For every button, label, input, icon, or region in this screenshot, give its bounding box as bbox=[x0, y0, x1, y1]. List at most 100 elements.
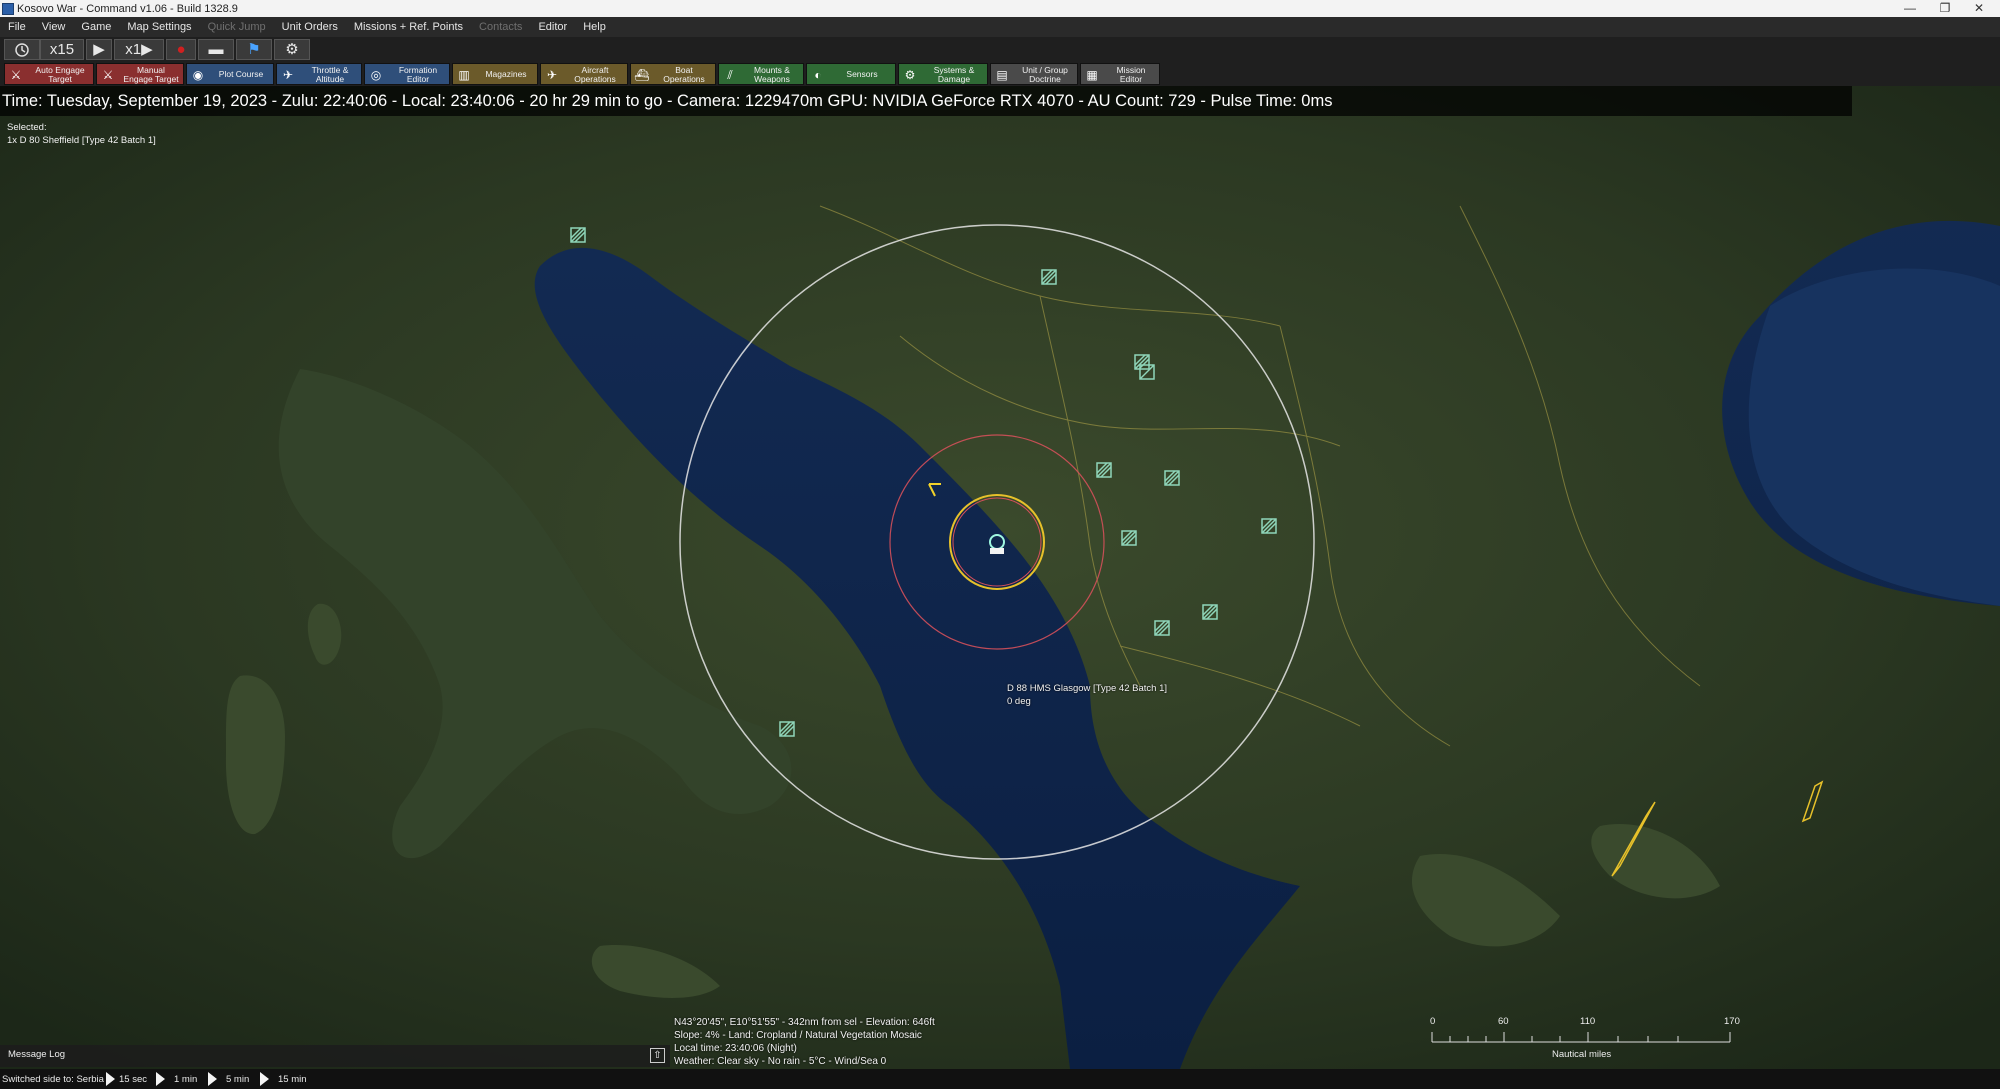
step-15min[interactable]: 15 min bbox=[278, 1074, 307, 1085]
record-button[interactable]: ● bbox=[166, 39, 196, 60]
play-button[interactable]: ▶ bbox=[86, 39, 112, 60]
toolbar-button-icon: ▦ bbox=[1086, 68, 1098, 82]
gear-icon: ⚙ bbox=[285, 41, 299, 58]
restore-button[interactable]: ❐ bbox=[1928, 0, 1962, 17]
unit-name: D 88 HMS Glasgow [Type 42 Batch 1] bbox=[1007, 683, 1167, 694]
unit-label: D 88 HMS Glasgow [Type 42 Batch 1] 0 deg bbox=[1007, 682, 1167, 708]
step-5min[interactable]: 5 min bbox=[226, 1074, 249, 1085]
cursor-coords: N43°20'45", E10°51'55" - 342nm from sel … bbox=[674, 1017, 935, 1028]
command-toolbar: ⚔ Auto Engage Target ⚔ Manual Engage Target… bbox=[0, 62, 2000, 86]
toolbar-button[interactable]: ⚙ Systems & Damage bbox=[898, 63, 988, 85]
toolbar-button-label: Aircraft Operations bbox=[574, 65, 616, 84]
toolbar-button-label: Magazines bbox=[485, 69, 527, 79]
map-scale: 0 60 110 170 Nautical miles bbox=[1428, 1016, 1740, 1061]
menu-missions[interactable]: Missions + Ref. Points bbox=[346, 21, 471, 33]
ship-icon: ▬ bbox=[208, 41, 224, 58]
toolbar-button-label: Mounts & Weapons bbox=[754, 65, 790, 84]
toolbar-button-label: Formation Editor bbox=[398, 65, 438, 84]
toolbar-button[interactable]: ⫽ Mounts & Weapons bbox=[718, 63, 804, 85]
title-bar: Kosovo War - Command v1.06 - Build 1328.… bbox=[0, 0, 2000, 17]
menu-help[interactable]: Help bbox=[575, 21, 614, 33]
toolbar-button-label: Sensors bbox=[846, 69, 878, 79]
toolbar-button[interactable]: ⚔ Auto Engage Target bbox=[4, 63, 94, 85]
clock-button[interactable] bbox=[4, 39, 40, 60]
menu-map-settings[interactable]: Map Settings bbox=[119, 21, 199, 33]
toolbar-button-icon: ✈ bbox=[282, 68, 294, 82]
menu-view[interactable]: View bbox=[34, 21, 74, 33]
toolbar-button-icon: ▥ bbox=[458, 68, 470, 82]
toolbar-button-label: Boat Operations bbox=[663, 65, 705, 84]
toolbar-button-icon: ▤ bbox=[996, 68, 1008, 82]
menu-editor[interactable]: Editor bbox=[530, 21, 575, 33]
selected-title: Selected: bbox=[7, 122, 47, 133]
expand-log-button[interactable]: ⇧ bbox=[650, 1048, 665, 1063]
expand-icon: ⇧ bbox=[653, 1050, 662, 1061]
step-5min-icon[interactable] bbox=[208, 1072, 217, 1086]
scale-tick: 170 bbox=[1724, 1016, 1740, 1027]
toolbar-button-label: Mission Editor bbox=[1116, 65, 1146, 84]
time-info-bar: Time: Tuesday, September 19, 2023 - Zulu… bbox=[0, 86, 1852, 116]
flag-button[interactable]: ⚑ bbox=[236, 39, 272, 60]
toolbar-button-icon: ⚔ bbox=[102, 68, 114, 82]
toolbar-button[interactable]: ⚔ Manual Engage Target bbox=[96, 63, 184, 85]
map-view[interactable] bbox=[0, 86, 2000, 1069]
toolbar-button-label: Manual Engage Target bbox=[123, 65, 179, 84]
app-icon bbox=[2, 2, 14, 15]
settings-button[interactable]: ⚙ bbox=[274, 39, 310, 60]
toolbar-button-label: Systems & Damage bbox=[933, 65, 975, 84]
clock-icon bbox=[15, 43, 29, 57]
cursor-weather: Weather: Clear sky - No rain - 5°C - Win… bbox=[674, 1056, 887, 1067]
close-button[interactable]: ✕ bbox=[1962, 0, 1996, 17]
cruise-button[interactable]: ▬ bbox=[198, 39, 234, 60]
toolbar-button-icon: ⛴ bbox=[634, 68, 650, 82]
toolbar-button-icon: ⚔ bbox=[10, 68, 22, 82]
toolbar-button[interactable]: ✈ Aircraft Operations bbox=[540, 63, 628, 85]
toolbar-button-label: Auto Engage Target bbox=[35, 65, 85, 84]
step-15sec-icon[interactable] bbox=[106, 1072, 115, 1086]
scale-unit: Nautical miles bbox=[1552, 1049, 1612, 1060]
menu-unit-orders[interactable]: Unit Orders bbox=[274, 21, 346, 33]
selected-panel: Selected: 1x D 80 Sheffield [Type 42 Bat… bbox=[7, 121, 156, 147]
status-text: Switched side to: Serbia bbox=[2, 1074, 104, 1085]
menu-file[interactable]: File bbox=[0, 21, 34, 33]
toolbar-button[interactable]: ▤ Unit / Group Doctrine bbox=[990, 63, 1078, 85]
cursor-local-time: Local time: 23:40:06 (Night) bbox=[674, 1043, 797, 1054]
map-canvas bbox=[0, 86, 2000, 1069]
toolbar-button[interactable]: ▥ Magazines bbox=[452, 63, 538, 85]
play-icon: ▶ bbox=[93, 41, 105, 58]
time-toolbar: x15 ▶ x1▶ ● ▬ ⚑ ⚙ bbox=[0, 37, 2000, 93]
toolbar-button[interactable]: ◉ Plot Course bbox=[186, 63, 274, 85]
step-1min[interactable]: 1 min bbox=[174, 1074, 197, 1085]
toolbar-button[interactable]: ◐ Sensors bbox=[806, 63, 896, 85]
time-compression-button[interactable]: x1▶ bbox=[114, 39, 164, 60]
menu-quick-jump[interactable]: Quick Jump bbox=[200, 21, 274, 33]
toolbar-button[interactable]: ◎ Formation Editor bbox=[364, 63, 450, 85]
toolbar-button[interactable]: ▦ Mission Editor bbox=[1080, 63, 1160, 85]
toolbar-button-icon: ◉ bbox=[192, 68, 204, 82]
time-compression: x1 bbox=[125, 41, 142, 58]
toolbar-button-label: Unit / Group Doctrine bbox=[1022, 65, 1068, 84]
menu-contacts[interactable]: Contacts bbox=[471, 21, 530, 33]
step-15sec[interactable]: 15 sec bbox=[119, 1074, 147, 1085]
record-icon: ● bbox=[176, 41, 186, 58]
step-icon: ▶ bbox=[141, 41, 153, 58]
selected-unit[interactable]: 1x D 80 Sheffield [Type 42 Batch 1] bbox=[7, 134, 156, 147]
toolbar-button[interactable]: ✈ Throttle & Altitude bbox=[276, 63, 362, 85]
minimize-button[interactable]: — bbox=[1893, 0, 1927, 17]
toolbar-button[interactable]: ⛴ Boat Operations bbox=[630, 63, 716, 85]
step-15min-icon[interactable] bbox=[260, 1072, 269, 1086]
message-log-title: Message Log bbox=[8, 1049, 66, 1060]
speed-multiplier[interactable]: x15 bbox=[40, 39, 84, 60]
scale-tick: 60 bbox=[1498, 1016, 1509, 1027]
menu-game[interactable]: Game bbox=[73, 21, 119, 33]
toolbar-button-icon: ⚙ bbox=[904, 68, 916, 82]
message-log-panel[interactable]: Message Log ⇧ bbox=[0, 1045, 670, 1067]
toolbar-button-icon: ◐ bbox=[814, 68, 822, 82]
toolbar-button-icon: ◎ bbox=[370, 68, 382, 82]
window-title: Kosovo War - Command v1.06 - Build 1328.… bbox=[17, 2, 238, 15]
step-1min-icon[interactable] bbox=[156, 1072, 165, 1086]
unit-heading: 0 deg bbox=[1007, 696, 1031, 707]
flag-icon: ⚑ bbox=[247, 41, 261, 58]
toolbar-button-icon: ⫽ bbox=[727, 68, 733, 82]
toolbar-button-label: Throttle & Altitude bbox=[311, 65, 349, 84]
